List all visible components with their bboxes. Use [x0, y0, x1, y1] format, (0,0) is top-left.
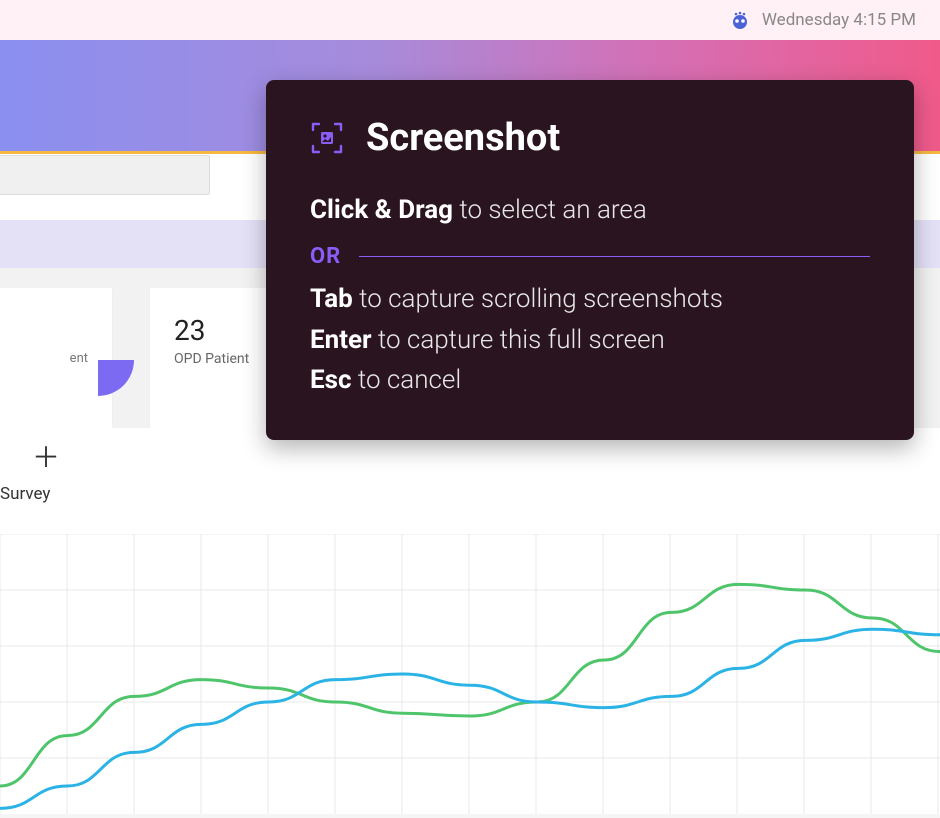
overlay-title: Screenshot [366, 116, 560, 160]
stat-card-partial: ent [0, 288, 112, 428]
survey-chart [0, 534, 940, 814]
overlay-instruction-clickdrag: Click & Drag to select an area [310, 190, 870, 230]
search-input[interactable] [0, 155, 210, 195]
system-topbar: Wednesday 4:15 PM [0, 0, 940, 40]
chart-title: Survey [0, 484, 940, 514]
plus-icon[interactable]: ＋ [32, 436, 60, 476]
divider-line [359, 256, 870, 257]
overlay-instruction-tab: Tab to capture scrolling screenshots [310, 279, 870, 319]
chart-section: ＋ Survey [0, 428, 940, 814]
screenshot-instruction-overlay: Screenshot Click & Drag to select an are… [266, 80, 914, 440]
overlay-instruction-enter: Enter to capture this full screen [310, 320, 870, 360]
overlay-or-divider: OR [310, 244, 870, 269]
overlay-instruction-esc: Esc to cancel [310, 360, 870, 400]
app-indicator-icon[interactable] [730, 10, 750, 30]
chart-series-b [0, 629, 940, 808]
stat-card-label: ent [24, 351, 88, 366]
chart-grid [0, 534, 940, 814]
clock-text: Wednesday 4:15 PM [762, 10, 916, 30]
screenshot-icon [310, 121, 344, 155]
